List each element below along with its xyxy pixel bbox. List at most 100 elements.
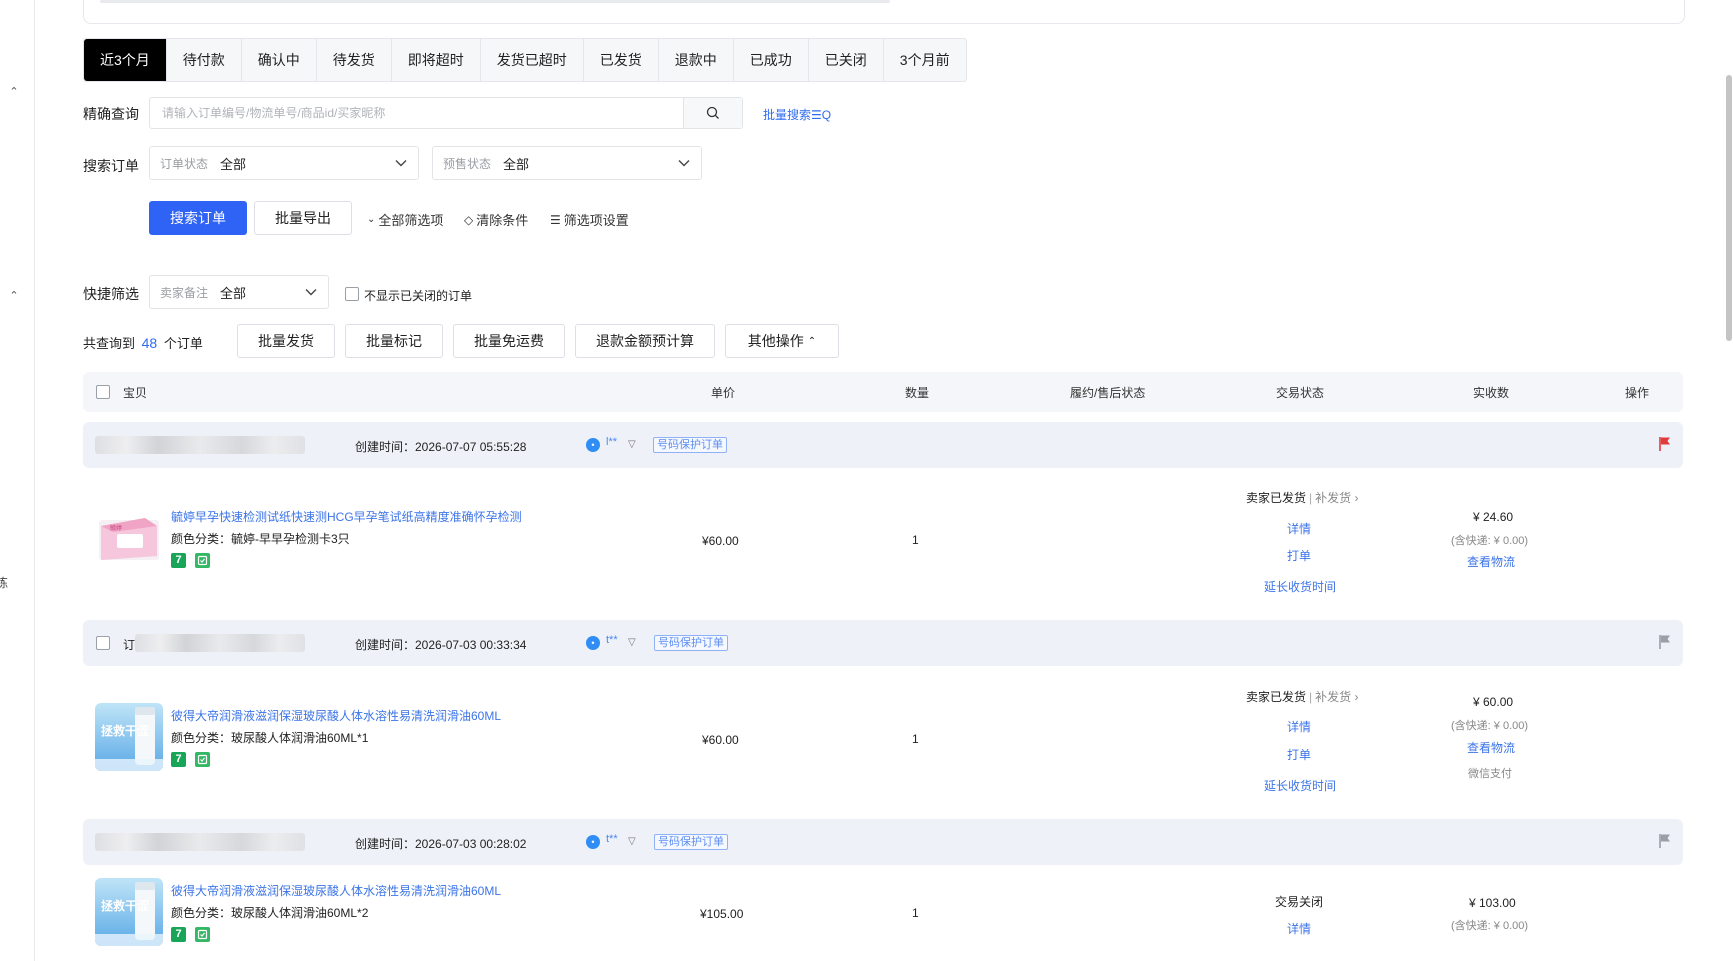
- other-actions-button[interactable]: 其他操作 ⌃: [725, 324, 839, 358]
- unit-price: ¥105.00: [700, 907, 744, 921]
- item-title-link[interactable]: 毓婷早孕快速检测试纸快速测HCG早孕笔试纸高精度准确怀孕检测: [171, 508, 522, 525]
- view-logistics-link[interactable]: 查看物流: [1467, 553, 1515, 570]
- search-orders-button[interactable]: 搜索订单: [149, 201, 247, 235]
- clear-conditions-link[interactable]: ◇ 清除条件: [464, 210, 528, 229]
- chat-icon[interactable]: •: [586, 438, 600, 452]
- order-tabs: 近3个月 待付款 确认中 待发货 即将超时 发货已超时 已发货 退款中 已成功 …: [83, 38, 967, 82]
- hide-closed-label: 不显示已关闭的订单: [364, 289, 473, 303]
- number-protection-tag: 号码保护订单: [654, 834, 728, 850]
- batch-export-button[interactable]: 批量导出: [254, 201, 352, 235]
- list-icon: ☰: [550, 212, 561, 227]
- seller-remark-select[interactable]: 卖家备注 全部: [149, 275, 329, 309]
- product-thumbnail[interactable]: 毓婷: [95, 504, 163, 572]
- batch-search-link[interactable]: 批量搜索☰Q: [763, 106, 831, 123]
- filter-settings-link[interactable]: ☰ 筛选项设置: [550, 210, 629, 229]
- item-title-link[interactable]: 彼得大帝润滑液滋润保湿玻尿酸人体水溶性易清洗润滑油60ML: [171, 882, 501, 899]
- batch-mark-button[interactable]: 批量标记: [345, 324, 443, 358]
- guarantee-icon: [195, 927, 210, 942]
- trade-status: 交易关闭: [1275, 895, 1324, 909]
- created-time: 创建时间：2026-07-03 00:33:34: [355, 638, 527, 652]
- table-header: 宝贝 单价 数量 履约/售后状态 交易状态 实收数 操作: [83, 372, 1683, 412]
- order-number-prefix: 订: [123, 638, 136, 652]
- flag-icon[interactable]: [1658, 833, 1672, 849]
- buyer-name[interactable]: t**: [606, 634, 618, 646]
- search-input[interactable]: [150, 98, 704, 128]
- buyer-name[interactable]: l**: [606, 436, 617, 448]
- top-card-edge: [83, 0, 1685, 24]
- tab-to-ship[interactable]: 待发货: [317, 39, 392, 81]
- chevron-down-icon: ⌄: [367, 214, 376, 225]
- print-order-link[interactable]: 打单: [1287, 746, 1311, 763]
- filter-icon[interactable]: ▽: [628, 836, 636, 847]
- status-shipped: 卖家已发货: [1246, 690, 1307, 704]
- result-summary: 共查询到 48 个订单: [83, 333, 203, 352]
- filter-icon[interactable]: ▽: [628, 439, 636, 450]
- detail-link[interactable]: 详情: [1287, 520, 1311, 537]
- flag-icon[interactable]: [1658, 436, 1672, 452]
- batch-ship-button[interactable]: 批量发货: [237, 324, 335, 358]
- seven-day-return-icon: 7: [171, 553, 186, 568]
- refund-precalc-button[interactable]: 退款金额预计算: [575, 324, 715, 358]
- guarantee-icon: [195, 752, 210, 767]
- buyer-name[interactable]: t**: [606, 833, 618, 845]
- tab-refunding[interactable]: 退款中: [659, 39, 734, 81]
- seller-remark-value: 全部: [220, 285, 247, 301]
- search-order-label: 搜索订单: [83, 158, 139, 174]
- batch-free-shipping-button[interactable]: 批量免运费: [453, 324, 565, 358]
- chevron-down-icon: [394, 156, 408, 170]
- collapse-caret-icon[interactable]: ⌃: [8, 290, 20, 302]
- tab-ship-timeout[interactable]: 发货已超时: [481, 39, 584, 81]
- reship-link[interactable]: 补发货: [1315, 491, 1351, 505]
- trade-status: 卖家已发货 | 补发货 ›: [1246, 690, 1359, 704]
- tab-last-3-months[interactable]: 近3个月: [84, 39, 167, 81]
- chat-icon[interactable]: •: [586, 835, 600, 849]
- quantity: 1: [912, 533, 919, 547]
- other-actions-label: 其他操作: [747, 333, 804, 349]
- received-amount: ¥ 60.00: [1473, 695, 1514, 709]
- summary-suffix: 个订单: [163, 336, 203, 351]
- left-rail: ⌃ ⌃ 练: [0, 0, 35, 961]
- payment-method: 微信支付: [1468, 768, 1512, 780]
- summary-prefix: 共查询到: [83, 336, 136, 351]
- order-header: 订 创建时间：2026-07-03 00:33:34 • t** ▽ 号码保护订…: [83, 620, 1683, 666]
- select-all-checkbox[interactable]: [96, 385, 110, 399]
- received-amount: ¥ 103.00: [1469, 896, 1516, 910]
- extend-receipt-link[interactable]: 延长收货时间: [1264, 777, 1336, 794]
- detail-link[interactable]: 详情: [1287, 920, 1311, 937]
- page-scrollbar[interactable]: [1726, 75, 1732, 341]
- unit-price: ¥60.00: [702, 733, 739, 747]
- hide-closed-checkbox[interactable]: [345, 287, 359, 301]
- item-title-link[interactable]: 彼得大帝润滑液滋润保湿玻尿酸人体水溶性易清洗润滑油60ML: [171, 707, 501, 724]
- print-order-link[interactable]: 打单: [1287, 547, 1311, 564]
- presale-status-select[interactable]: 预售状态 全部: [432, 146, 702, 180]
- product-thumbnail[interactable]: 拯救干涩: [95, 703, 163, 771]
- exact-search-label: 精确查询: [83, 106, 139, 122]
- created-time: 创建时间：2026-07-07 05:55:28: [355, 440, 527, 454]
- tab-closed[interactable]: 已关闭: [809, 39, 884, 81]
- collapse-caret-icon[interactable]: ⌃: [8, 86, 20, 98]
- tab-confirming[interactable]: 确认中: [242, 39, 317, 81]
- tab-older-than-3-months[interactable]: 3个月前: [884, 39, 966, 81]
- tab-pending-payment[interactable]: 待付款: [167, 39, 242, 81]
- order-header: 创建时间：2026-07-03 00:28:02 • t** ▽ 号码保护订单: [83, 819, 1683, 865]
- order-status-select[interactable]: 订单状态 全部: [149, 146, 419, 180]
- extend-receipt-link[interactable]: 延长收货时间: [1264, 578, 1336, 595]
- chat-icon[interactable]: •: [586, 636, 600, 650]
- tab-about-to-timeout[interactable]: 即将超时: [392, 39, 481, 81]
- quantity: 1: [912, 732, 919, 746]
- shipping-fee-note: (含快递: ¥ 0.00): [1451, 535, 1529, 547]
- product-thumbnail[interactable]: 拯救干涩: [95, 878, 163, 946]
- view-logistics-link[interactable]: 查看物流: [1467, 739, 1515, 756]
- search-button[interactable]: [683, 98, 742, 128]
- number-protection-tag: 号码保护订单: [653, 437, 727, 453]
- reship-link[interactable]: 补发货: [1315, 690, 1351, 704]
- tab-shipped[interactable]: 已发货: [584, 39, 659, 81]
- tab-succeeded[interactable]: 已成功: [734, 39, 809, 81]
- item-sku: 颜色分类：玻尿酸人体润滑油60ML*2: [171, 906, 369, 920]
- order-checkbox[interactable]: [96, 636, 110, 650]
- filter-icon[interactable]: ▽: [628, 637, 636, 648]
- th-item: 宝贝: [123, 386, 148, 400]
- detail-link[interactable]: 详情: [1287, 718, 1311, 735]
- all-filters-toggle[interactable]: ⌄ 全部筛选项: [367, 210, 443, 229]
- flag-icon[interactable]: [1658, 634, 1672, 650]
